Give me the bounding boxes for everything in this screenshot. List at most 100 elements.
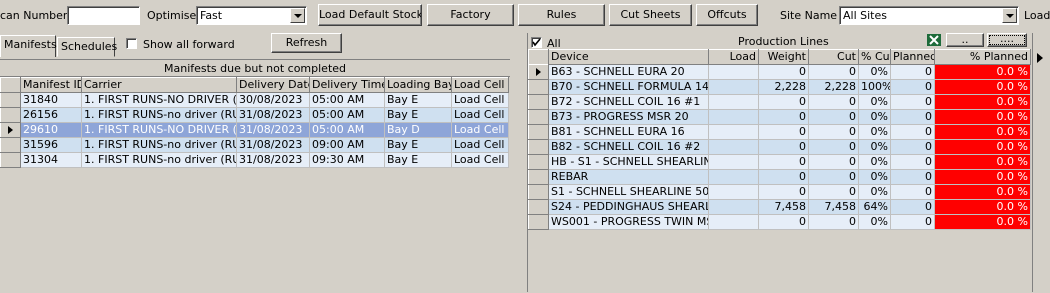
col-pct-planned[interactable]: % Planned (934, 49, 1031, 65)
col-delivery-date[interactable]: Delivery Date (236, 77, 310, 93)
cell-cut[interactable]: 0 (808, 124, 859, 140)
cell-load[interactable] (708, 64, 759, 80)
cell-cut[interactable]: 0 (808, 214, 859, 230)
cell-delivery-time[interactable]: 05:00 AM (309, 122, 385, 138)
cell-carrier[interactable]: 1. FIRST RUNS-NO DRIVER (S (81, 122, 237, 138)
cell-planned[interactable]: 0 (890, 169, 935, 185)
cell-carrier[interactable]: 1. FIRST RUNS-no driver (RUN (81, 107, 237, 123)
cell-pct-planned[interactable]: 0.0 % (934, 64, 1031, 80)
cell-planned[interactable]: 0 (890, 79, 935, 95)
cell-weight[interactable]: 0 (758, 94, 809, 110)
cell-pct-cut[interactable]: 0% (858, 184, 891, 200)
cell-load[interactable] (708, 109, 759, 125)
cell-load-cell[interactable]: Load Cell 2 (451, 137, 509, 153)
col-loading-bay[interactable]: Loading Bay (384, 77, 452, 93)
cell-device[interactable]: REBAR (548, 169, 709, 185)
cell-device[interactable]: B72 - SCHNELL COIL 16 #1 (548, 94, 709, 110)
load-default-stock-button[interactable]: Load Default Stock (318, 4, 422, 26)
cell-loading-bay[interactable]: Bay E (384, 152, 452, 168)
cell-planned[interactable]: 0 (890, 64, 935, 80)
cell-device[interactable]: WS001 - PROGRESS TWIN MS (548, 214, 709, 230)
table-row[interactable]: B81 - SCHNELL EURA 16 0 0 0% 0 0.0 % (528, 123, 1031, 140)
chevron-down-icon[interactable] (290, 8, 305, 23)
cell-weight[interactable]: 0 (758, 109, 809, 125)
cell-cut[interactable]: 0 (808, 169, 859, 185)
cell-pct-cut[interactable]: 0% (858, 169, 891, 185)
cell-weight[interactable]: 0 (758, 169, 809, 185)
all-checkbox[interactable] (531, 37, 542, 48)
cell-loading-bay[interactable]: Bay D (384, 122, 452, 138)
table-row-selected[interactable]: 29610 1. FIRST RUNS-NO DRIVER (S 31/08/2… (0, 122, 509, 138)
cell-loading-bay[interactable]: Bay E (384, 92, 452, 108)
cell-planned[interactable]: 0 (890, 184, 935, 200)
cell-device[interactable]: B81 - SCHNELL EURA 16 (548, 124, 709, 140)
cell-weight[interactable]: 0 (758, 214, 809, 230)
table-row[interactable]: B82 - SCHNELL COIL 16 #2 0 0 0% 0 0.0 % (528, 138, 1031, 155)
cell-pct-cut[interactable]: 0% (858, 64, 891, 80)
cell-delivery-time[interactable]: 09:00 AM (309, 137, 385, 153)
cell-pct-planned[interactable]: 0.0 % (934, 214, 1031, 230)
cell-weight[interactable]: 0 (758, 139, 809, 155)
cell-load[interactable] (708, 199, 759, 215)
cell-cut[interactable]: 0 (808, 64, 859, 80)
chevron-right-icon[interactable] (1037, 53, 1043, 63)
col-delivery-time[interactable]: Delivery Time (309, 77, 385, 93)
cell-cut[interactable]: 0 (808, 139, 859, 155)
tab-schedules[interactable]: Schedules (57, 37, 117, 57)
table-row[interactable]: B72 - SCHNELL COIL 16 #1 0 0 0% 0 0.0 % (528, 93, 1031, 110)
col-planned[interactable]: Planned (890, 49, 935, 65)
cell-pct-cut[interactable]: 0% (858, 109, 891, 125)
splitter[interactable] (514, 30, 524, 292)
cell-pct-cut[interactable]: 64% (858, 199, 891, 215)
cell-load-cell[interactable]: Load Cell 4 (451, 122, 509, 138)
cell-device[interactable]: B73 - PROGRESS MSR 20 (548, 109, 709, 125)
table-row[interactable]: REBAR 0 0 0% 0 0.0 % (528, 168, 1031, 185)
cell-carrier[interactable]: 1. FIRST RUNS-no driver (RUN (81, 137, 237, 153)
col-weight[interactable]: Weight (758, 49, 809, 65)
cell-manifest-id[interactable]: 29610 (20, 122, 82, 138)
cell-pct-cut[interactable]: 0% (858, 139, 891, 155)
cell-planned[interactable]: 0 (890, 199, 935, 215)
cell-planned[interactable]: 0 (890, 214, 935, 230)
refresh-button[interactable]: Refresh (271, 33, 342, 53)
cell-delivery-time[interactable]: 09:30 AM (309, 152, 385, 168)
cell-pct-planned[interactable]: 0.0 % (934, 169, 1031, 185)
cell-load-cell[interactable]: Load Cell 4 (451, 92, 509, 108)
cell-pct-planned[interactable]: 0.0 % (934, 79, 1031, 95)
cell-pct-cut[interactable]: 0% (858, 154, 891, 170)
cell-delivery-time[interactable]: 05:00 AM (309, 107, 385, 123)
show-all-forward-checkbox[interactable] (126, 38, 137, 49)
cell-cut[interactable]: 0 (808, 94, 859, 110)
table-row[interactable]: 31840 1. FIRST RUNS-NO DRIVER (S 30/08/2… (0, 92, 509, 108)
cell-device[interactable]: S1 - SCHNELL SHEARLINE 500 (548, 184, 709, 200)
table-row[interactable]: B73 - PROGRESS MSR 20 0 0 0% 0 0.0 % (528, 108, 1031, 125)
cell-load[interactable] (708, 154, 759, 170)
cell-cut[interactable]: 0 (808, 184, 859, 200)
cell-load[interactable] (708, 124, 759, 140)
cell-device[interactable]: B63 - SCHNELL EURA 20 (548, 64, 709, 80)
col-load-cell[interactable]: Load Cell (451, 77, 509, 93)
cell-device[interactable]: B82 - SCHNELL COIL 16 #2 (548, 139, 709, 155)
cell-pct-cut[interactable]: 100% (858, 79, 891, 95)
cell-planned[interactable]: 0 (890, 124, 935, 140)
cell-carrier[interactable]: 1. FIRST RUNS-no driver (RUN (81, 152, 237, 168)
cell-cut[interactable]: 7,458 (808, 199, 859, 215)
cell-loading-bay[interactable]: Bay E (384, 107, 452, 123)
cell-device[interactable]: S24 - PEDDINGHAUS SHEARLI (548, 199, 709, 215)
cell-manifest-id[interactable]: 31596 (20, 137, 82, 153)
cell-weight[interactable]: 0 (758, 64, 809, 80)
chevron-down-icon[interactable] (1002, 8, 1017, 23)
factory-button[interactable]: Factory (427, 4, 514, 26)
col-pct-cut[interactable]: % Cut (858, 49, 891, 65)
col-cut[interactable]: Cut (808, 49, 859, 65)
cell-weight[interactable]: 2,228 (758, 79, 809, 95)
tab-manifests[interactable]: Manifests (0, 35, 57, 57)
table-row[interactable]: 31304 1. FIRST RUNS-no driver (RUN 31/08… (0, 152, 509, 168)
cell-manifest-id[interactable]: 31304 (20, 152, 82, 168)
col-carrier[interactable]: Carrier (81, 77, 237, 93)
table-row[interactable]: S24 - PEDDINGHAUS SHEARLI 7,458 7,458 64% 0 0… (528, 198, 1031, 215)
cell-delivery-date[interactable]: 31/08/2023 (236, 122, 310, 138)
col-manifest-id[interactable]: Manifest ID (20, 77, 82, 93)
table-row[interactable]: S1 - SCHNELL SHEARLINE 500 0 0 0% 0 0.0 % (528, 183, 1031, 200)
table-row[interactable]: 31596 1. FIRST RUNS-no driver (RUN 31/08… (0, 137, 509, 153)
